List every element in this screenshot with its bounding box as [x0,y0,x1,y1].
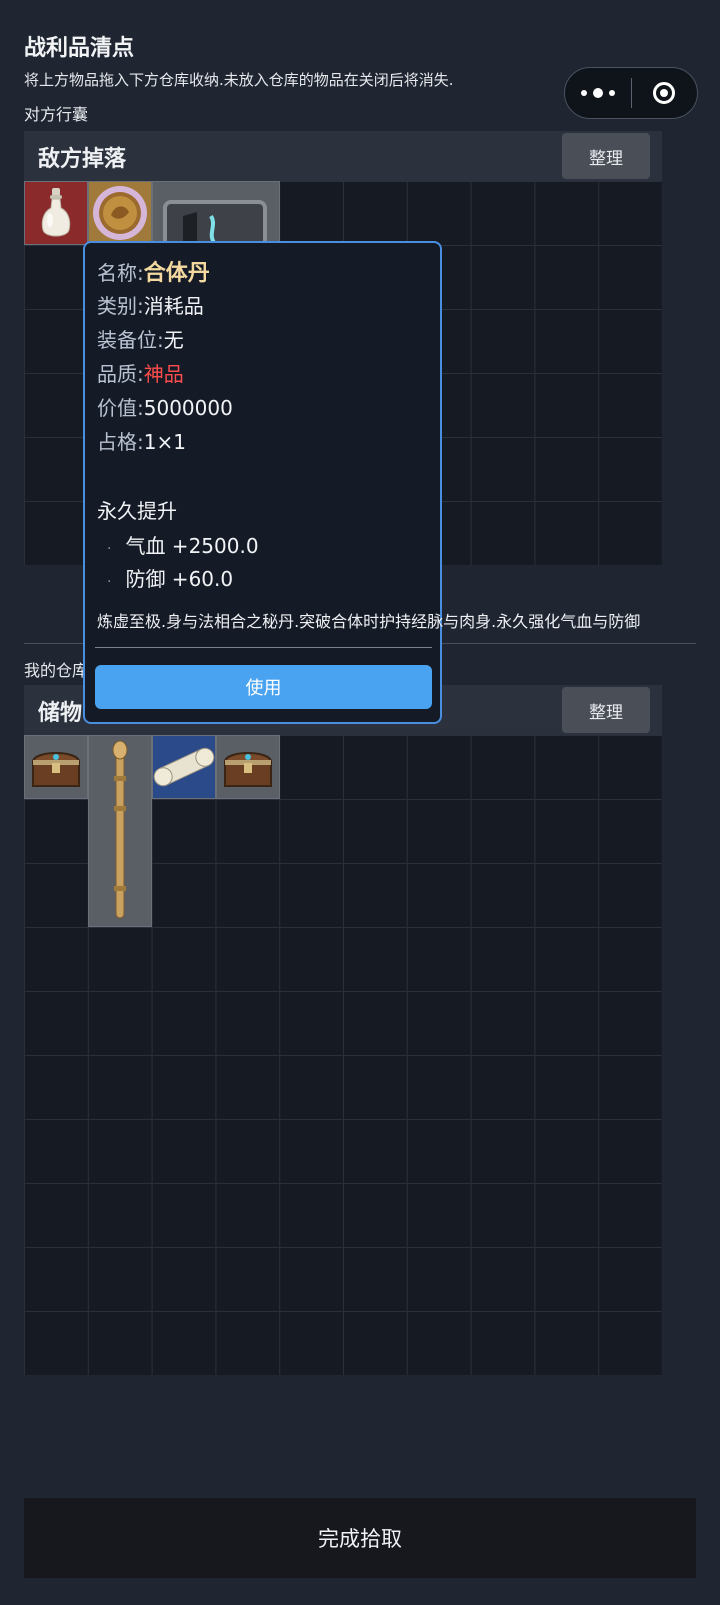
tooltip-type-label: 类别: [97,294,144,318]
enemy-section-label: 对方行囊 [24,105,89,124]
tooltip-name-value: 合体丹 [143,261,210,286]
tooltip-bonus-heading: 永久提升 [97,499,177,523]
mini-program-capsule [564,67,698,119]
tooltip-slot-value: 无 [163,328,184,352]
tooltip-description: 炼虚至极.身与法相合之秘丹.突破合体时护持经脉与肉身.永久强化气血与防御 [97,612,641,631]
tooltip-size-value: 1×1 [143,430,186,454]
tooltip-value-label: 价值: [97,396,144,420]
tooltip-bonus-item: · 气血 +2500.0 [107,530,259,559]
tooltip-quality-label: 品质: [97,362,144,386]
storage-title: 储物 [38,701,83,726]
white-porcelain-vial-icon[interactable] [24,181,88,245]
item-tooltip: 名称:合体丹 类别:消耗品 装备位:无 品质:神品 价值:5000000 占格:… [83,241,640,724]
tooltip-bonus-item: · 防御 +60.0 [107,563,233,592]
enemy-drop-title: 敌方掉落 [38,147,127,172]
tooltip-type-row: 类别:消耗品 [97,290,204,319]
tooltip-slot-row: 装备位:无 [97,324,184,353]
enemy-sort-button[interactable]: 整理 [562,133,650,179]
tooltip-type-value: 消耗品 [143,294,204,318]
tooltip-name-row: 名称:合体丹 [97,255,210,287]
tooltip-value-row: 价值:5000000 [97,392,233,421]
tooltip-bonus-text: 气血 +2500.0 [125,534,259,558]
tooltip-size-label: 占格: [97,430,144,454]
tooltip-quality-value: 神品 [143,362,184,386]
treasure-chest-icon[interactable] [24,735,88,799]
storage-sort-button[interactable]: 整理 [562,687,650,733]
tooltip-bonus-text: 防御 +60.0 [125,567,234,591]
page-title: 战利品清点 [24,36,135,61]
golden-staff-icon[interactable] [88,735,152,927]
bullet-dot-icon: · [107,541,112,557]
storage-grid[interactable] [24,735,662,1375]
enemy-drop-header: 敌方掉落 整理 [24,131,662,181]
gold-coin-token-icon[interactable] [88,181,152,245]
tooltip-name-label: 名称: [97,261,144,285]
treasure-chest-icon[interactable] [216,735,280,799]
tooltip-value-value: 5000000 [143,396,233,420]
tooltip-divider [95,647,432,648]
tooltip-slot-label: 装备位: [97,328,164,352]
target-close-icon[interactable] [632,82,698,104]
instruction-text: 将上方物品拖入下方仓库收纳.未放入仓库的物品在关闭后将消失. [24,71,454,89]
my-storage-section-label: 我的仓库 [24,661,89,680]
tooltip-size-row: 占格:1×1 [97,426,186,455]
more-dots-icon[interactable] [565,88,631,98]
finish-pickup-button[interactable]: 完成拾取 [24,1498,696,1578]
bullet-dot-icon: · [107,574,112,590]
tooltip-quality-row: 品质:神品 [97,358,184,387]
scroll-icon[interactable] [152,735,216,799]
use-button[interactable]: 使用 [95,665,432,709]
